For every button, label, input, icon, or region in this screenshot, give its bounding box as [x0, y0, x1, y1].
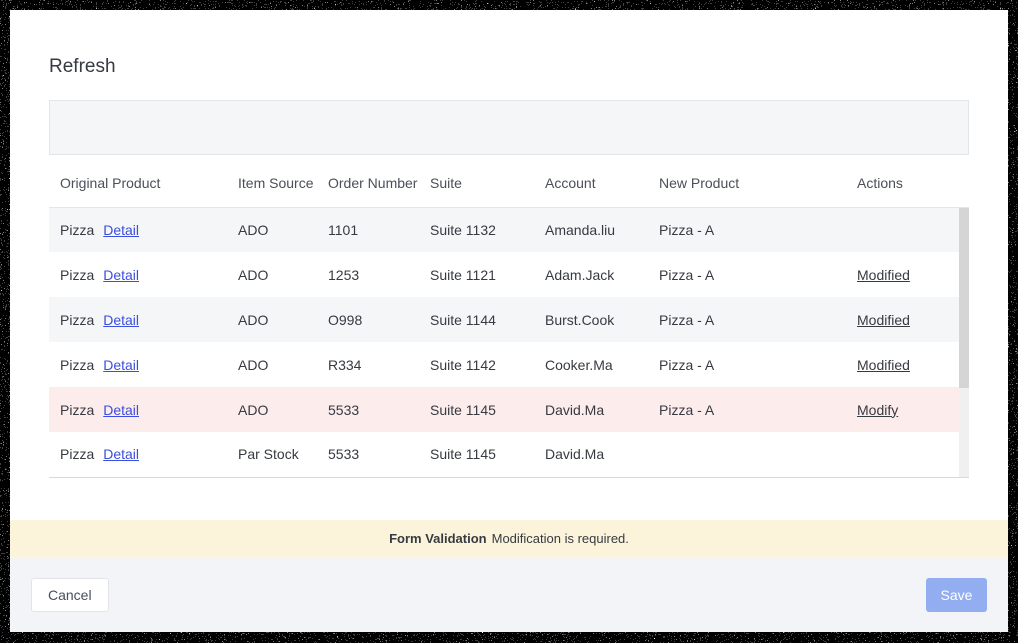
- detail-link[interactable]: Detail: [103, 312, 139, 328]
- cell-suite: Suite 1145: [419, 432, 534, 477]
- action-link[interactable]: Modify: [857, 402, 898, 418]
- col-item-source: Item Source: [227, 160, 317, 207]
- cell-suite: Suite 1145: [419, 387, 534, 432]
- cell-account: Amanda.liu: [534, 207, 648, 252]
- cell-actions: Modify: [846, 387, 969, 432]
- product-name: Pizza: [60, 267, 94, 283]
- table-header-row: Original Product Item Source Order Numbe…: [49, 160, 969, 207]
- action-link[interactable]: Modified: [857, 357, 910, 373]
- cell-order-number: 5533: [317, 432, 419, 477]
- refresh-dialog: Refresh Original Product Item Source Ord…: [10, 10, 1008, 632]
- cell-account: Burst.Cook: [534, 297, 648, 342]
- product-name: Pizza: [60, 402, 94, 418]
- cell-item-source: Par Stock: [227, 432, 317, 477]
- cell-account: Adam.Jack: [534, 252, 648, 297]
- cell-original-product: Pizza Detail: [49, 342, 227, 387]
- cell-new-product: Pizza - A: [648, 342, 846, 387]
- cell-new-product: Pizza - A: [648, 207, 846, 252]
- cell-item-source: ADO: [227, 342, 317, 387]
- col-new-product: New Product: [648, 160, 846, 207]
- cell-item-source: ADO: [227, 387, 317, 432]
- cell-original-product: Pizza Detail: [49, 252, 227, 297]
- table-row: PizzaDetailADOR334Suite 1142Cooker.MaPiz…: [49, 342, 969, 387]
- cell-item-source: ADO: [227, 207, 317, 252]
- cell-actions: Modified: [846, 252, 969, 297]
- cell-original-product: Pizza Detail: [49, 297, 227, 342]
- validation-message: Modification is required.: [492, 531, 629, 546]
- col-account: Account: [534, 160, 648, 207]
- action-link[interactable]: Modified: [857, 267, 910, 283]
- cell-suite: Suite 1142: [419, 342, 534, 387]
- save-button[interactable]: Save: [926, 578, 987, 612]
- col-actions: Actions: [846, 160, 969, 207]
- detail-link[interactable]: Detail: [103, 402, 139, 418]
- cell-actions: Modified: [846, 297, 969, 342]
- cell-new-product: Pizza - A: [648, 387, 846, 432]
- product-name: Pizza: [60, 357, 94, 373]
- scrollbar-thumb[interactable]: [959, 208, 969, 388]
- product-name: Pizza: [60, 446, 94, 462]
- detail-link[interactable]: Detail: [103, 267, 139, 283]
- validation-title: Form Validation: [389, 531, 487, 546]
- products-table: Original Product Item Source Order Numbe…: [49, 160, 969, 478]
- cell-actions: Modified: [846, 342, 969, 387]
- product-name: Pizza: [60, 222, 94, 238]
- cell-suite: Suite 1144: [419, 297, 534, 342]
- cell-original-product: Pizza Detail: [49, 207, 227, 252]
- cell-account: Cooker.Ma: [534, 342, 648, 387]
- validation-banner: Form Validation Modification is required…: [10, 520, 1008, 557]
- table-row: PizzaDetailADO5533Suite 1145David.MaPizz…: [49, 387, 969, 432]
- cell-new-product: [648, 432, 846, 477]
- cell-order-number: 1253: [317, 252, 419, 297]
- cell-suite: Suite 1132: [419, 207, 534, 252]
- table-row: PizzaDetailADO1253Suite 1121Adam.JackPiz…: [49, 252, 969, 297]
- cell-item-source: ADO: [227, 252, 317, 297]
- cell-order-number: 5533: [317, 387, 419, 432]
- cell-order-number: O998: [317, 297, 419, 342]
- detail-link[interactable]: Detail: [103, 357, 139, 373]
- cell-original-product: Pizza Detail: [49, 387, 227, 432]
- col-order-number: Order Number: [317, 160, 419, 207]
- cell-account: David.Ma: [534, 387, 648, 432]
- cell-order-number: R334: [317, 342, 419, 387]
- cell-suite: Suite 1121: [419, 252, 534, 297]
- cell-item-source: ADO: [227, 297, 317, 342]
- product-name: Pizza: [60, 312, 94, 328]
- cancel-button[interactable]: Cancel: [31, 578, 109, 612]
- cell-order-number: 1101: [317, 207, 419, 252]
- products-table-grid: Original Product Item Source Order Numbe…: [49, 160, 969, 478]
- col-suite: Suite: [419, 160, 534, 207]
- cell-new-product: Pizza - A: [648, 297, 846, 342]
- cell-new-product: Pizza - A: [648, 252, 846, 297]
- table-body: PizzaDetailADO1101Suite 1132Amanda.liuPi…: [49, 207, 969, 477]
- dialog-title: Refresh: [49, 55, 969, 78]
- cell-actions: [846, 207, 969, 252]
- action-link[interactable]: Modified: [857, 312, 910, 328]
- cell-actions: [846, 432, 969, 477]
- cell-account: David.Ma: [534, 432, 648, 477]
- detail-link[interactable]: Detail: [103, 222, 139, 238]
- table-row: Pizza Detail Par Stock5533Suite 1145David.…: [49, 432, 969, 477]
- empty-panel: [49, 100, 969, 155]
- dialog-footer: Cancel Save: [10, 557, 1008, 632]
- detail-link[interactable]: Detail: [103, 446, 139, 462]
- table-row: PizzaDetailADOO998Suite 1144Burst.CookPi…: [49, 297, 969, 342]
- col-original-product: Original Product: [49, 160, 227, 207]
- cell-original-product: Pizza Detail: [49, 432, 227, 477]
- table-row: PizzaDetailADO1101Suite 1132Amanda.liuPi…: [49, 207, 969, 252]
- table-scrollbar[interactable]: [959, 208, 969, 477]
- screenshot-stage: Refresh Original Product Item Source Ord…: [0, 0, 1018, 643]
